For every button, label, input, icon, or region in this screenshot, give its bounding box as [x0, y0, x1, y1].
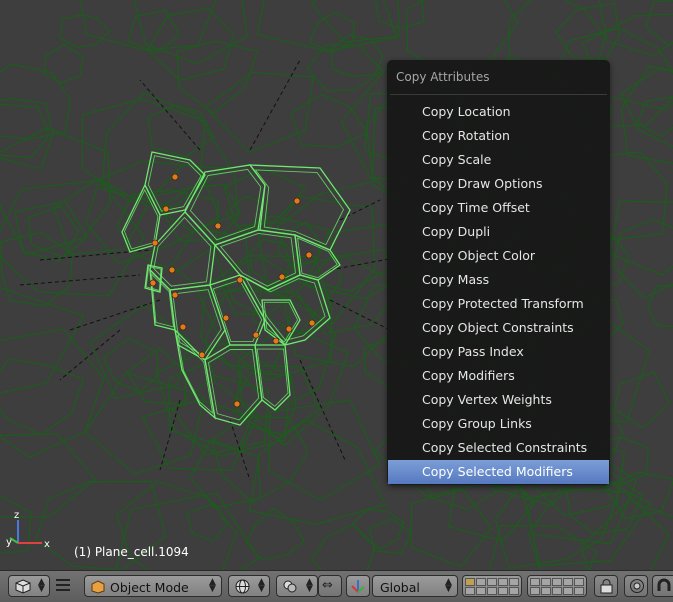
object-cube-icon	[91, 579, 105, 598]
chevron-updown-icon: ▲▼	[445, 579, 452, 593]
lock-icon	[600, 579, 613, 598]
chevron-updown-icon: ▲▼	[306, 579, 313, 593]
lock-layers-button[interactable]	[594, 575, 618, 597]
menu-item-copy-rotation[interactable]: Copy Rotation	[387, 124, 610, 148]
layer-cell[interactable]	[563, 587, 573, 595]
transform-widget-button[interactable]	[346, 575, 370, 597]
menu-item-copy-location[interactable]: Copy Location	[387, 100, 610, 124]
orientation-label: Global	[380, 580, 420, 595]
layer-cell[interactable]	[465, 578, 475, 586]
object-info-label: (1) Plane_cell.1094	[74, 545, 189, 559]
layer-cell[interactable]	[498, 578, 508, 586]
menu-item-copy-scale[interactable]: Copy Scale	[387, 148, 610, 172]
axis-label-z: z	[14, 510, 19, 521]
menu-item-copy-dupli[interactable]: Copy Dupli	[387, 220, 610, 244]
layer-cell[interactable]	[476, 578, 486, 586]
axis-manipulator-icon	[350, 578, 366, 598]
layer-cell[interactable]	[465, 587, 475, 595]
layer-cell[interactable]	[530, 578, 540, 586]
menu-item-copy-mass[interactable]: Copy Mass	[387, 268, 610, 292]
menu-item-copy-pass-index[interactable]: Copy Pass Index	[387, 340, 610, 364]
menu-item-copy-object-constraints[interactable]: Copy Object Constraints	[387, 316, 610, 340]
layer-cell[interactable]	[509, 587, 519, 595]
menu-item-copy-selected-modifiers[interactable]: Copy Selected Modifiers	[388, 460, 609, 484]
layer-cell[interactable]	[487, 587, 497, 595]
layer-cell[interactable]	[552, 578, 562, 586]
pivot-icon	[282, 579, 298, 598]
orientation-selector[interactable]: Global ▲▼	[372, 575, 458, 597]
layer-cell[interactable]	[509, 578, 519, 586]
chevron-updown-icon: ▲▼	[258, 579, 265, 593]
manipulator-toggle[interactable]: ⇔	[318, 575, 342, 597]
menu-item-copy-selected-constraints[interactable]: Copy Selected Constraints	[387, 436, 610, 460]
layer-cell[interactable]	[487, 578, 497, 586]
menu-separator	[390, 94, 607, 95]
layer-cell[interactable]	[541, 587, 551, 595]
copy-attributes-menu: Copy Attributes Copy LocationCopy Rotati…	[387, 60, 610, 485]
transform-arrows-icon: ⇔	[322, 578, 333, 593]
snap-button[interactable]	[652, 575, 673, 597]
menu-item-copy-vertex-weights[interactable]: Copy Vertex Weights	[387, 388, 610, 412]
menu-item-copy-draw-options[interactable]: Copy Draw Options	[387, 172, 610, 196]
axis-label-y: y	[6, 537, 12, 548]
menu-item-list: Copy LocationCopy RotationCopy ScaleCopy…	[387, 100, 610, 484]
mode-selector[interactable]: Object Mode ▲▼	[84, 575, 222, 597]
globe-icon	[235, 579, 250, 598]
layer-cell[interactable]	[530, 587, 540, 595]
proportional-circle-icon	[629, 578, 645, 598]
layer-cell[interactable]	[498, 587, 508, 595]
cube-view-icon	[15, 579, 31, 598]
layers-grid-left[interactable]	[462, 575, 522, 597]
viewport-header: ▲▼ Object Mode ▲▼ ▲▼ ▲▼ ⇔ Global ▲▼	[0, 570, 673, 602]
menu-item-copy-modifiers[interactable]: Copy Modifiers	[387, 364, 610, 388]
layer-cell[interactable]	[476, 587, 486, 595]
chevron-updown-icon: ▲▼	[209, 579, 216, 593]
viewport-shading-button[interactable]: ▲▼	[228, 575, 270, 597]
layer-cell[interactable]	[552, 587, 562, 595]
layer-cell[interactable]	[574, 587, 584, 595]
layer-cell[interactable]	[563, 578, 573, 586]
menu-item-copy-time-offset[interactable]: Copy Time Offset	[387, 196, 610, 220]
menu-hamburger-icon[interactable]	[56, 579, 70, 591]
menu-title: Copy Attributes	[396, 70, 490, 84]
mode-label: Object Mode	[110, 580, 189, 595]
menu-item-copy-protected-transform[interactable]: Copy Protected Transform	[387, 292, 610, 316]
layer-cell[interactable]	[541, 578, 551, 586]
chevron-updown-icon: ▲▼	[38, 579, 45, 593]
layers-grid-right[interactable]	[527, 575, 587, 597]
magnet-icon	[656, 578, 672, 598]
menu-item-copy-group-links[interactable]: Copy Group Links	[387, 412, 610, 436]
layer-cell[interactable]	[574, 578, 584, 586]
menu-item-copy-object-color[interactable]: Copy Object Color	[387, 244, 610, 268]
axis-label-x: x	[44, 539, 50, 550]
proportional-edit-button[interactable]	[624, 575, 648, 597]
pivot-point-button[interactable]: ▲▼	[276, 575, 318, 597]
editor-type-button[interactable]: ▲▼	[8, 575, 50, 597]
